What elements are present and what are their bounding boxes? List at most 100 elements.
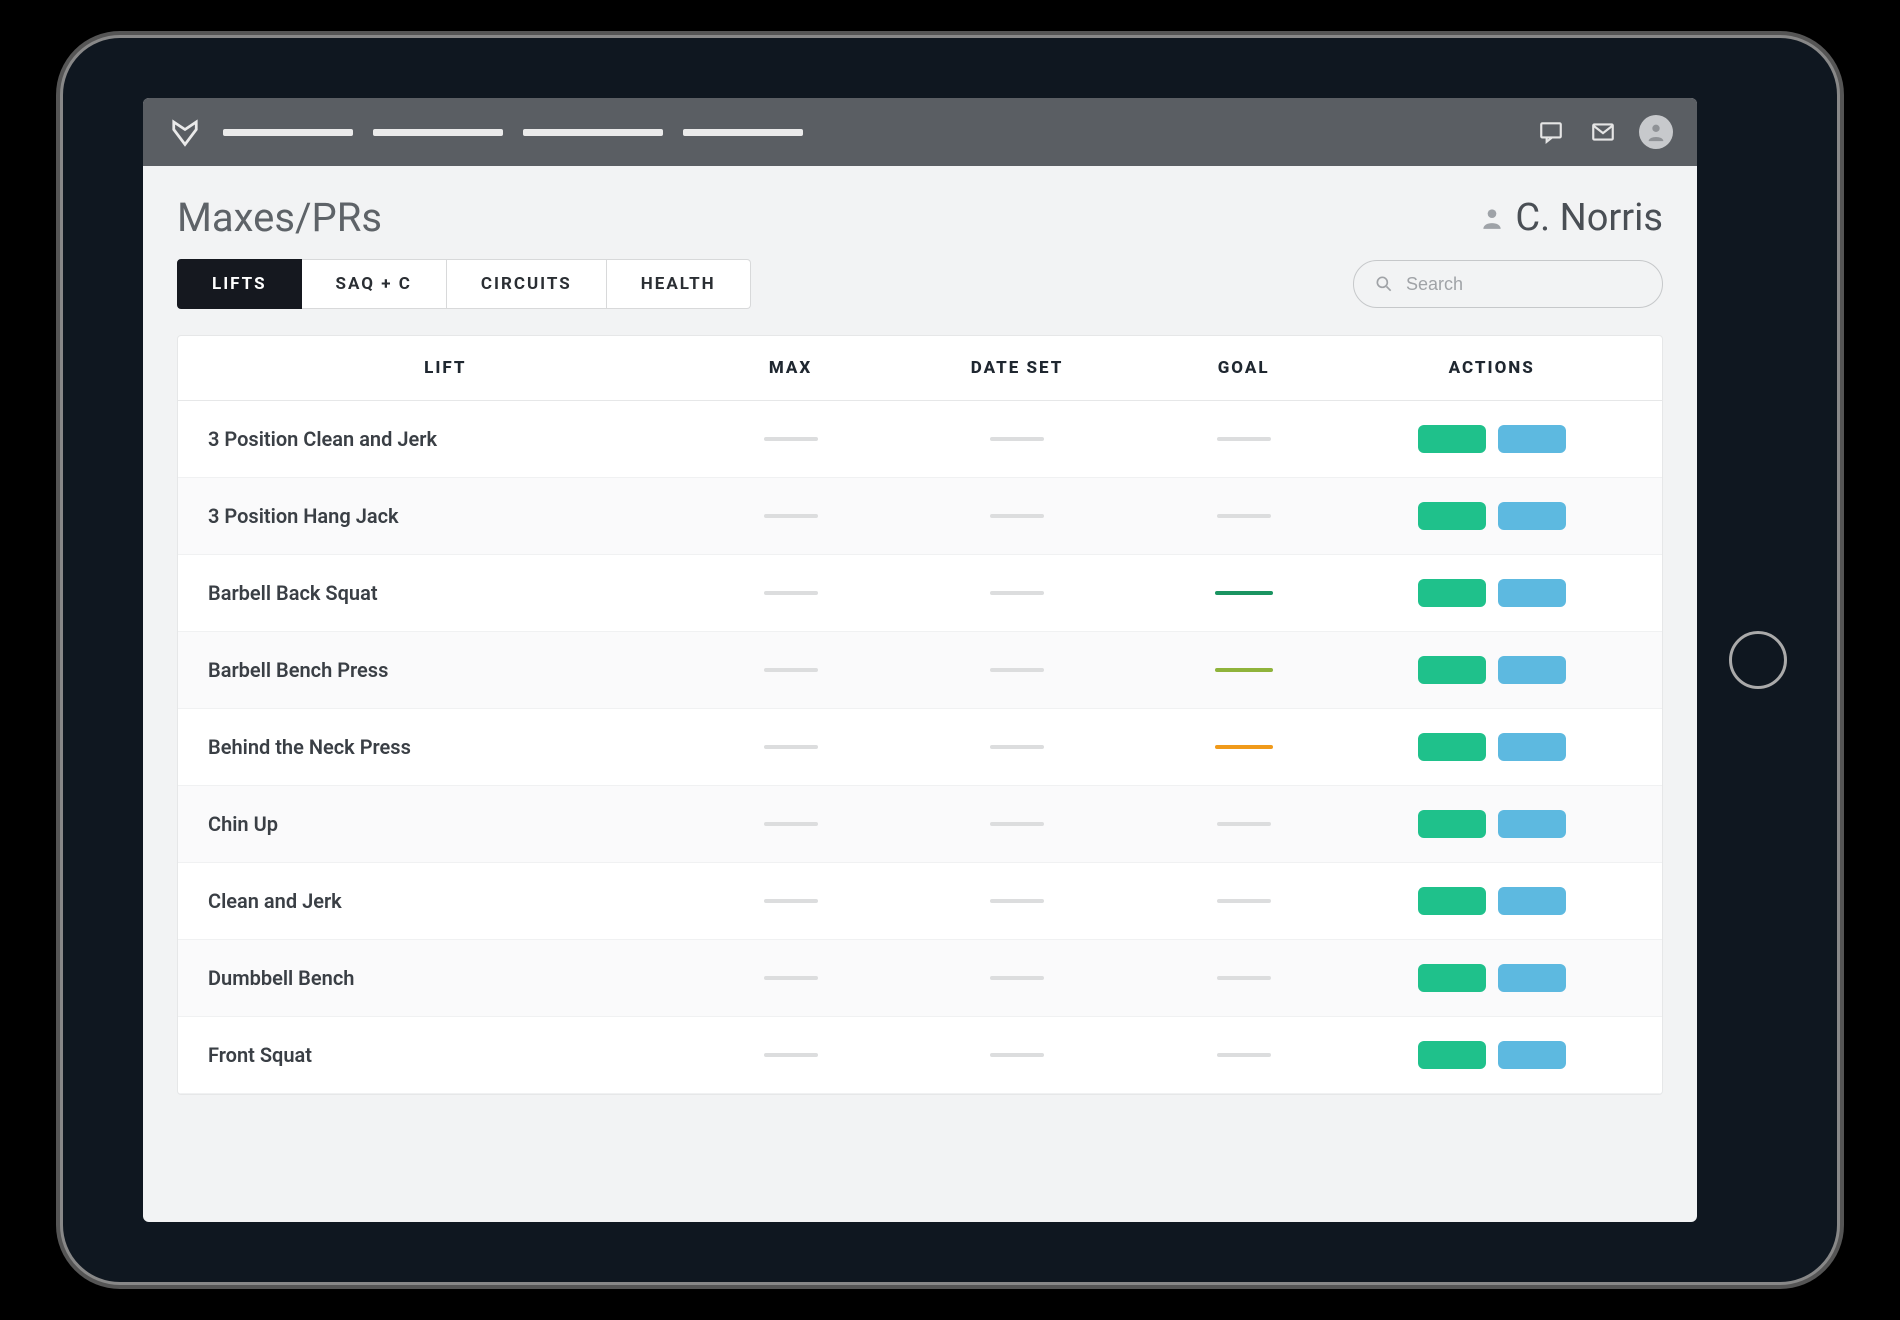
header-row: Maxes/PRs C. Norris <box>177 194 1663 241</box>
max-cell <box>683 1053 899 1057</box>
goal-cell <box>1136 1053 1352 1057</box>
action-primary-button[interactable] <box>1418 656 1486 684</box>
empty-value <box>764 899 818 903</box>
col-date-set: DATE SET <box>898 358 1135 378</box>
actions-cell <box>1352 887 1632 915</box>
athlete-name: C. Norris <box>1515 196 1663 240</box>
table-row: 3 Position Hang Jack <box>178 478 1662 555</box>
table-row: 3 Position Clean and Jerk <box>178 401 1662 478</box>
lift-name: Barbell Back Squat <box>208 581 683 605</box>
nav-item-3[interactable] <box>523 129 663 136</box>
empty-value <box>764 668 818 672</box>
max-cell <box>683 976 899 980</box>
tab-saq-c[interactable]: SAQ + C <box>302 259 447 309</box>
action-secondary-button[interactable] <box>1498 502 1566 530</box>
date-set-cell <box>898 437 1135 441</box>
lift-name: Clean and Jerk <box>208 889 683 913</box>
date-set-cell <box>898 899 1135 903</box>
app-logo-icon[interactable] <box>167 114 203 150</box>
goal-cell <box>1136 822 1352 826</box>
max-cell <box>683 822 899 826</box>
goal-cell <box>1136 437 1352 441</box>
search-input[interactable] <box>1406 274 1642 295</box>
action-primary-button[interactable] <box>1418 1041 1486 1069</box>
empty-value <box>1217 514 1271 518</box>
action-secondary-button[interactable] <box>1498 425 1566 453</box>
page-title: Maxes/PRs <box>177 194 382 241</box>
lift-name: Barbell Bench Press <box>208 658 683 682</box>
action-secondary-button[interactable] <box>1498 964 1566 992</box>
table-header: LIFT MAX DATE SET GOAL ACTIONS <box>178 336 1662 401</box>
action-secondary-button[interactable] <box>1498 887 1566 915</box>
tab-circuits[interactable]: CIRCUITS <box>447 259 607 309</box>
search-field[interactable] <box>1353 260 1663 308</box>
goal-cell <box>1136 976 1352 980</box>
empty-value <box>990 822 1044 826</box>
nav-item-2[interactable] <box>373 129 503 136</box>
max-cell <box>683 745 899 749</box>
actions-cell <box>1352 656 1632 684</box>
chat-icon[interactable] <box>1535 116 1567 148</box>
tab-lifts[interactable]: LIFTS <box>177 259 302 309</box>
action-primary-button[interactable] <box>1418 810 1486 838</box>
empty-value <box>764 591 818 595</box>
action-primary-button[interactable] <box>1418 425 1486 453</box>
nav-item-4[interactable] <box>683 129 803 136</box>
search-icon <box>1374 274 1394 294</box>
empty-value <box>990 745 1044 749</box>
action-secondary-button[interactable] <box>1498 810 1566 838</box>
actions-cell <box>1352 733 1632 761</box>
empty-value <box>990 591 1044 595</box>
empty-value <box>990 976 1044 980</box>
tablet-frame: Maxes/PRs C. Norris LIFTSSAQ + CCIRCUITS… <box>60 35 1840 1285</box>
action-primary-button[interactable] <box>1418 733 1486 761</box>
goal-cell <box>1136 668 1352 672</box>
empty-value <box>990 668 1044 672</box>
user-avatar[interactable] <box>1639 115 1673 149</box>
topbar <box>143 98 1697 166</box>
empty-value <box>764 976 818 980</box>
actions-cell <box>1352 964 1632 992</box>
action-primary-button[interactable] <box>1418 579 1486 607</box>
athlete-selector[interactable]: C. Norris <box>1479 196 1663 240</box>
date-set-cell <box>898 976 1135 980</box>
goal-cell <box>1136 745 1352 749</box>
action-primary-button[interactable] <box>1418 502 1486 530</box>
table-row: Chin Up <box>178 786 1662 863</box>
empty-value <box>764 514 818 518</box>
lift-name: 3 Position Hang Jack <box>208 504 683 528</box>
empty-value <box>990 899 1044 903</box>
table-row: Dumbbell Bench <box>178 940 1662 1017</box>
col-goal: GOAL <box>1136 358 1352 378</box>
date-set-cell <box>898 591 1135 595</box>
action-secondary-button[interactable] <box>1498 1041 1566 1069</box>
lifts-table: LIFT MAX DATE SET GOAL ACTIONS 3 Positio… <box>177 335 1663 1095</box>
lift-name: Behind the Neck Press <box>208 735 683 759</box>
max-cell <box>683 899 899 903</box>
col-max: MAX <box>683 358 899 378</box>
mail-icon[interactable] <box>1587 116 1619 148</box>
table-row: Clean and Jerk <box>178 863 1662 940</box>
date-set-cell <box>898 822 1135 826</box>
date-set-cell <box>898 514 1135 518</box>
nav-item-1[interactable] <box>223 129 353 136</box>
empty-value <box>764 822 818 826</box>
action-primary-button[interactable] <box>1418 964 1486 992</box>
action-secondary-button[interactable] <box>1498 733 1566 761</box>
empty-value <box>764 437 818 441</box>
tab-health[interactable]: HEALTH <box>607 259 751 309</box>
actions-cell <box>1352 579 1632 607</box>
empty-value <box>1217 976 1271 980</box>
empty-value <box>990 1053 1044 1057</box>
tablet-home-button[interactable] <box>1729 631 1787 689</box>
action-secondary-button[interactable] <box>1498 656 1566 684</box>
goal-cell <box>1136 899 1352 903</box>
table-row: Front Squat <box>178 1017 1662 1094</box>
goal-cell <box>1136 591 1352 595</box>
action-primary-button[interactable] <box>1418 887 1486 915</box>
empty-value <box>1217 437 1271 441</box>
controls-row: LIFTSSAQ + CCIRCUITSHEALTH <box>177 259 1663 309</box>
action-secondary-button[interactable] <box>1498 579 1566 607</box>
actions-cell <box>1352 425 1632 453</box>
empty-value <box>1217 899 1271 903</box>
